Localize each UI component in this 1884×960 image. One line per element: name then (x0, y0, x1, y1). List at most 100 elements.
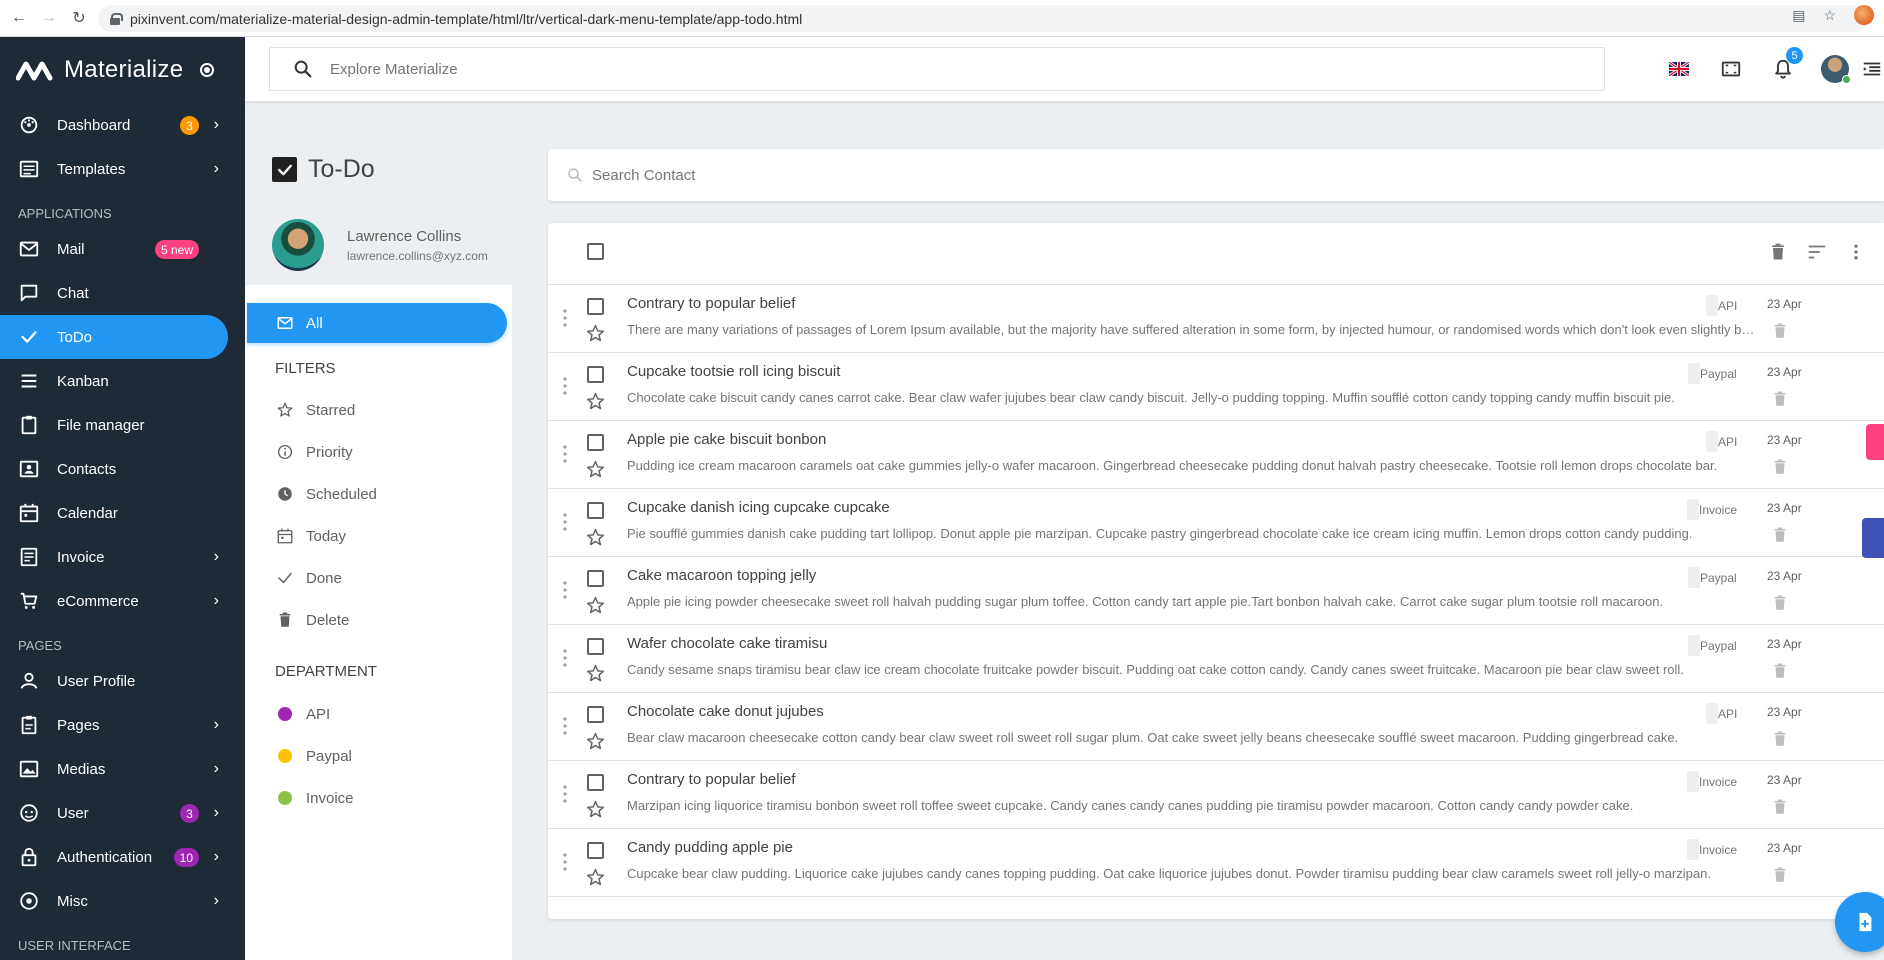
right-sidebar-toggle-icon[interactable] (1861, 53, 1884, 85)
notifications-icon[interactable]: 5 (1757, 47, 1809, 85)
star-icon[interactable] (585, 731, 606, 757)
task-checkbox[interactable] (587, 774, 604, 791)
task-row[interactable]: Cupcake danish icing cupcake cupcake Pie … (548, 489, 1884, 557)
task-row[interactable]: Apple pie cake biscuit bonbon Pudding ice… (548, 421, 1884, 489)
trash-icon[interactable] (1771, 662, 1789, 685)
star-icon[interactable] (585, 799, 606, 825)
reload-icon[interactable]: ↻ (68, 7, 90, 29)
contact-search[interactable] (548, 149, 1884, 201)
star-icon[interactable] (585, 595, 606, 621)
sidebar-item-file-manager[interactable]: File manager (0, 403, 245, 447)
drag-handle-icon[interactable] (563, 785, 567, 803)
sidebar-item-dashboard[interactable]: Dashboard 3 › (0, 103, 245, 147)
trash-icon[interactable] (1771, 526, 1789, 549)
star-icon[interactable] (585, 391, 606, 417)
task-checkbox[interactable] (587, 842, 604, 859)
task-row[interactable]: Chocolate cake donut jujubes Bear claw ma… (548, 693, 1884, 761)
task-row[interactable]: Cupcake tootsie roll icing biscuit Chocol… (548, 353, 1884, 421)
trash-icon[interactable] (1771, 322, 1789, 345)
global-search-input[interactable] (330, 60, 1530, 78)
task-checkbox[interactable] (587, 502, 604, 519)
drag-handle-icon[interactable] (563, 649, 567, 667)
department-invoice[interactable]: Invoice (276, 789, 354, 807)
drag-handle-icon[interactable] (563, 513, 567, 531)
star-icon[interactable] (585, 459, 606, 485)
language-flag-icon[interactable] (1653, 53, 1705, 85)
task-row[interactable]: Cake macaroon topping jelly Apple pie ici… (548, 557, 1884, 625)
add-task-fab[interactable] (1835, 892, 1884, 952)
filter-scheduled[interactable]: Scheduled (276, 485, 377, 503)
filter-done[interactable]: Done (276, 569, 342, 587)
sidebar-item-todo[interactable]: ToDo (0, 315, 228, 359)
task-row[interactable]: Wafer chocolate cake tiramisu Candy sesam… (548, 625, 1884, 693)
sidebar-item-invoice[interactable]: Invoice › (0, 535, 245, 579)
trash-icon[interactable] (1771, 458, 1789, 481)
star-icon[interactable] (585, 663, 606, 689)
sidebar-item-medias[interactable]: Medias › (0, 747, 245, 791)
trash-icon[interactable] (1771, 866, 1789, 889)
browser-profile-avatar[interactable] (1854, 5, 1874, 25)
sidebar-item-misc[interactable]: Misc › (0, 879, 245, 923)
sidebar-item-chat[interactable]: Chat (0, 271, 245, 315)
sidebar-item-ecommerce[interactable]: eCommerce › (0, 579, 245, 623)
drag-handle-icon[interactable] (563, 717, 567, 735)
filter-priority[interactable]: Priority (276, 443, 353, 461)
trash-icon[interactable] (1771, 730, 1789, 753)
trash-icon[interactable] (1771, 594, 1789, 617)
trash-icon[interactable] (1771, 390, 1789, 413)
select-all-checkbox[interactable] (587, 243, 604, 260)
drag-handle-icon[interactable] (563, 309, 567, 327)
trash-icon[interactable] (1771, 798, 1789, 821)
drag-handle-icon[interactable] (563, 445, 567, 463)
sidebar-toggle-icon[interactable] (200, 63, 215, 77)
task-checkbox[interactable] (587, 298, 604, 315)
sidebar-item-kanban[interactable]: Kanban (0, 359, 245, 403)
buy-now-tab[interactable] (1862, 518, 1884, 558)
sidebar-item-calendar[interactable]: Calendar (0, 491, 245, 535)
profile-menu[interactable] (1809, 53, 1861, 85)
task-checkbox[interactable] (587, 638, 604, 655)
department-paypal[interactable]: Paypal (276, 747, 352, 765)
brand[interactable]: Materialize (0, 37, 245, 103)
sidebar-item-contacts[interactable]: Contacts (0, 447, 245, 491)
contact-search-input[interactable] (592, 166, 1792, 184)
fullscreen-icon[interactable] (1705, 53, 1757, 85)
bookmark-star-icon[interactable]: ☆ (1823, 7, 1836, 24)
theme-customizer-tab[interactable] (1866, 424, 1884, 460)
task-checkbox[interactable] (587, 570, 604, 587)
sidebar-item-user[interactable]: User 3 › (0, 791, 245, 835)
filter-today[interactable]: Today (276, 527, 346, 545)
page-title: To-Do (308, 155, 375, 183)
address-bar[interactable]: pixinvent.com/materialize-material-desig… (98, 5, 1868, 32)
sidebar-item-authentication[interactable]: Authentication 10 › (0, 835, 245, 879)
global-search[interactable] (269, 47, 1605, 91)
translate-icon[interactable]: ▤ (1792, 7, 1805, 24)
task-checkbox[interactable] (587, 434, 604, 451)
filter-all-button[interactable]: All (247, 303, 507, 343)
task-row[interactable]: Candy pudding apple pie Cupcake bear claw… (548, 829, 1884, 897)
star-icon[interactable] (585, 867, 606, 893)
sidebar-item-mail[interactable]: Mail 5 new (0, 227, 245, 271)
more-vert-icon[interactable] (1846, 242, 1866, 262)
task-row[interactable]: Contrary to popular belief Marzipan icing… (548, 761, 1884, 829)
forward-icon[interactable]: → (38, 7, 60, 29)
drag-handle-icon[interactable] (563, 581, 567, 599)
sort-icon[interactable] (1806, 241, 1828, 263)
sidebar-item-user-profile[interactable]: User Profile (0, 659, 245, 703)
calendar-icon (18, 502, 40, 524)
department-api[interactable]: API (276, 705, 330, 723)
filters-heading: FILTERS (275, 360, 336, 377)
sidebar-item-pages[interactable]: Pages › (0, 703, 245, 747)
sidebar-item-templates[interactable]: Templates › (0, 147, 245, 191)
task-row[interactable]: Contrary to popular belief There are many… (548, 285, 1884, 353)
filter-delete[interactable]: Delete (276, 611, 349, 629)
filter-starred[interactable]: Starred (276, 401, 355, 419)
task-checkbox[interactable] (587, 366, 604, 383)
trash-icon[interactable] (1768, 242, 1788, 262)
drag-handle-icon[interactable] (563, 853, 567, 871)
task-checkbox[interactable] (587, 706, 604, 723)
drag-handle-icon[interactable] (563, 377, 567, 395)
star-icon[interactable] (585, 527, 606, 553)
star-icon[interactable] (585, 323, 606, 349)
back-icon[interactable]: ← (8, 7, 30, 29)
